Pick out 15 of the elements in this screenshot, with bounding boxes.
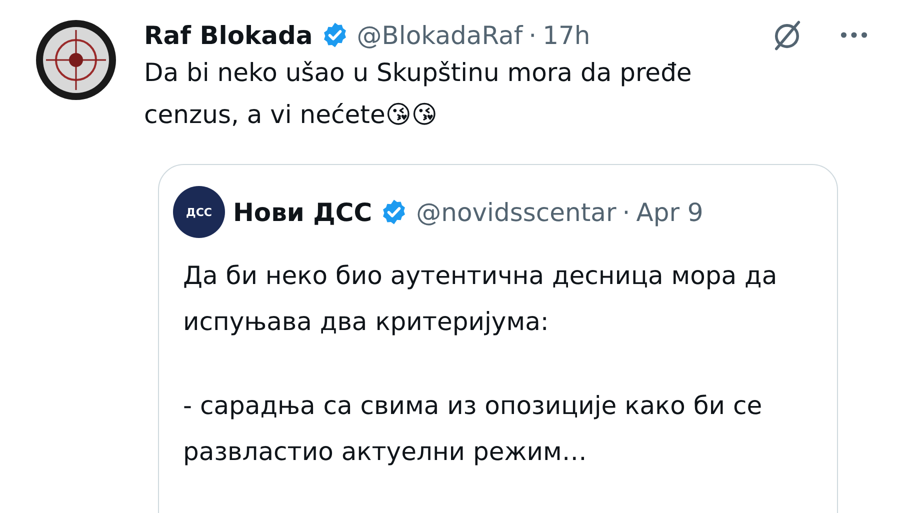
separator-dot: ·: [528, 20, 537, 50]
quoted-avatar[interactable]: ДСС: [173, 186, 225, 238]
more-options-icon[interactable]: [840, 31, 868, 39]
quoted-tweet-card[interactable]: ДСС Нови ДСС @novidsscentar · Apr 9 Да би неко био аутентична десница мора да испуњава два критеријума: - сарадња са свима из опозиције како би се развластио актуелни режим…: [158, 164, 838, 513]
quoted-handle[interactable]: @novidsscentar: [416, 198, 616, 226]
quoted-author-name[interactable]: Нови ДСС: [233, 198, 372, 226]
separator-dot: ·: [622, 198, 630, 226]
avatar-image[interactable]: [34, 18, 118, 102]
tweet-text: Da bi neko ušao u Skupštinu mora da pređe cenzus, a vi nećete😘😘: [144, 57, 693, 131]
quoted-time[interactable]: Apr 9: [636, 198, 704, 226]
quoted-paragraph: Да би неко био аутентична десница мора да испуњава два критеријума:: [183, 260, 778, 338]
author-handle[interactable]: @BlokadaRaf: [356, 20, 523, 50]
tweet-time[interactable]: 17h: [542, 20, 590, 50]
quoted-paragraph: - сарадња са свима из опозиције како би се развластио актуелни режим…: [183, 390, 764, 468]
author-name[interactable]: Raf Blokada: [144, 20, 313, 50]
